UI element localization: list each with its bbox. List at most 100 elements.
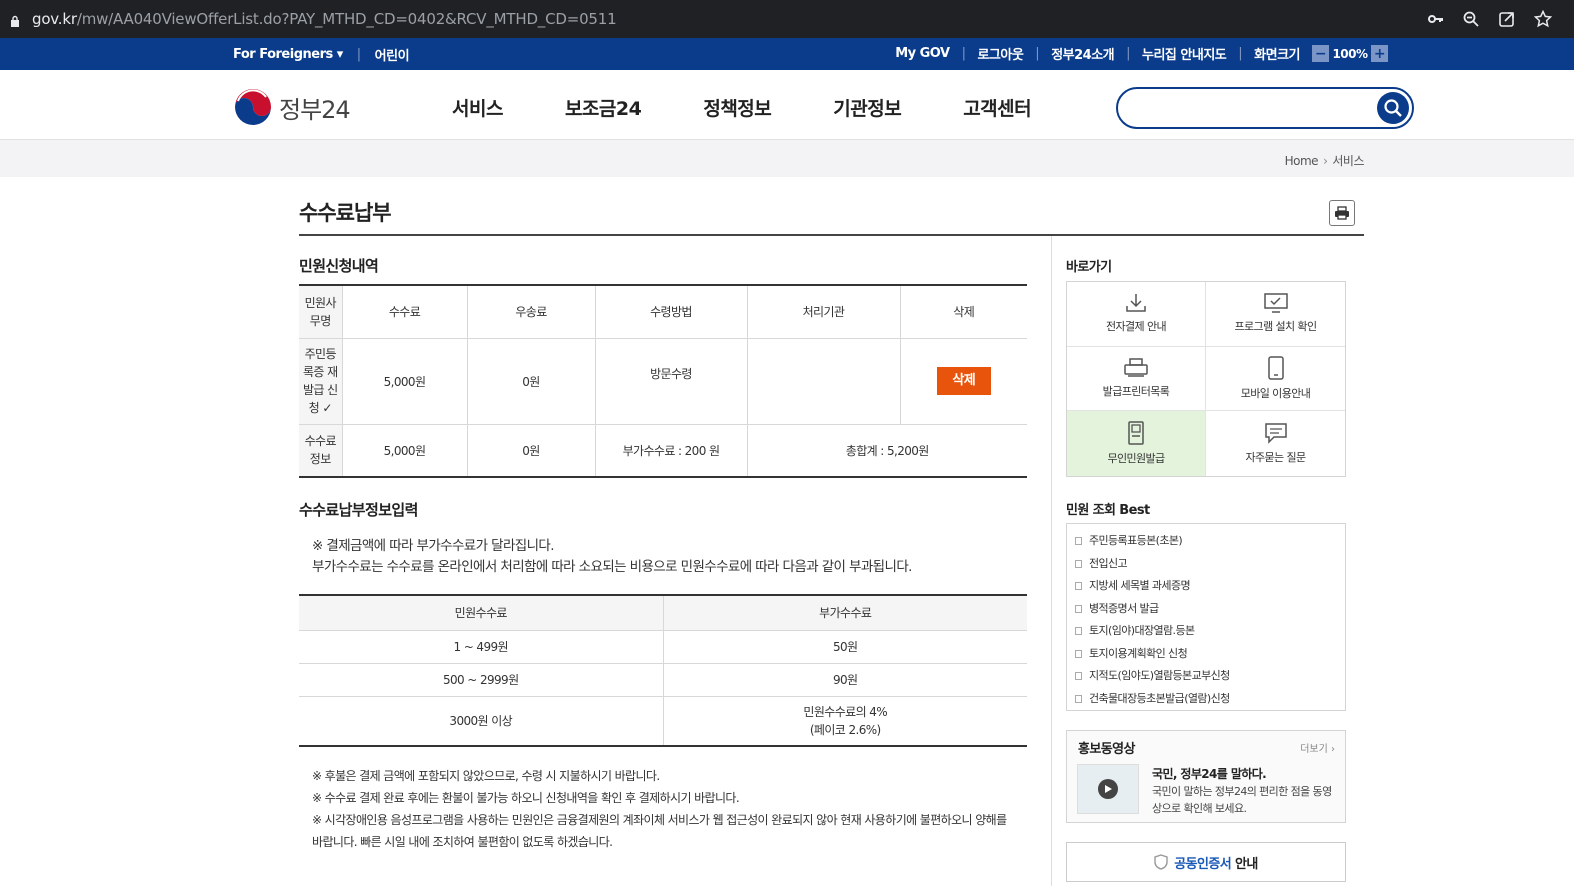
share-icon[interactable] <box>1498 10 1516 28</box>
nav-customer-center[interactable]: 고객센터 <box>963 94 1031 121</box>
list-item-label: 주민등록표등본(초본) <box>1089 534 1183 547</box>
extra-fee: 50원 <box>663 630 1027 664</box>
promo-heading: 홍보동영상 <box>1078 742 1135 757</box>
zoom-value: 100% <box>1332 46 1368 61</box>
list-item[interactable]: 병적증명서 발급 <box>1075 598 1345 621</box>
caret-down-icon: ▾ <box>336 47 344 62</box>
footnote: ※ 후불은 결제 금액에 포함되지 않았으므로, 수령 시 지불하시기 바랍니다… <box>312 769 660 783</box>
quick-printer-list[interactable]: 발급프린터목록 <box>1067 346 1206 412</box>
fee-cell: 5,000원 <box>342 338 468 425</box>
fee-range: 1 ~ 499원 <box>299 630 664 664</box>
star-icon[interactable] <box>1533 9 1553 28</box>
kids-link[interactable]: 어린이 <box>375 45 410 64</box>
doc-icon <box>1075 537 1082 546</box>
col-header-method: 수령방법 <box>595 285 748 339</box>
promo-more-link[interactable]: 더보기 › <box>1300 740 1335 755</box>
mygov-link[interactable]: My GOV <box>895 46 950 61</box>
col-header-fee-range: 민원수수료 <box>299 595 664 631</box>
video-thumbnail[interactable] <box>1077 764 1139 814</box>
search-input[interactable] <box>1136 89 1386 127</box>
search-button[interactable] <box>1377 92 1409 124</box>
table-row: 주민등록증 재발급 신청 ✓ 5,000원 0원 방문수령 삭제 <box>299 338 1027 425</box>
breadcrumb: Home › 서비스 <box>1285 152 1365 169</box>
note-line-1: ※ 결제금액에 따라 부가수수료가 달라집니다. <box>312 538 555 554</box>
payment-note: ※ 결제금액에 따라 부가수수료가 달라집니다. 부가수수료는 수수료를 온라인… <box>312 536 912 578</box>
doc-icon <box>1075 672 1082 681</box>
extra-fee-table: 민원수수료 부가수수료 1 ~ 499원 50원 500 ~ 2999원 90원… <box>299 594 1027 747</box>
service-name: 주민등록증 재발급 신청 <box>302 347 338 415</box>
edit-check-icon[interactable]: ✓ <box>322 401 332 415</box>
breadcrumb-home[interactable]: Home <box>1285 154 1319 168</box>
request-table: 민원사무명 수수료 우송료 수령방법 처리기관 삭제 주민등록증 재발급 신청 … <box>299 284 1027 478</box>
list-item-label: 전입신고 <box>1089 556 1128 570</box>
request-heading: 민원신청내역 <box>299 257 379 275</box>
zoom-out-button[interactable]: − <box>1312 45 1329 62</box>
delete-cell: 삭제 <box>900 338 1027 425</box>
printer-icon <box>1335 206 1349 220</box>
nav-subsidy[interactable]: 보조금24 <box>565 94 642 121</box>
title-divider <box>299 234 1364 236</box>
site-header: 정부24 서비스 보조금24 정책정보 기관정보 고객센터 <box>0 70 1574 140</box>
quick-kiosk[interactable]: 무인민원발급 <box>1067 411 1206 476</box>
extra-fee-cell: 민원수수료의 4% (페이코 2.6%) <box>663 696 1027 747</box>
service-name-cell: 주민등록증 재발급 신청 ✓ <box>299 338 343 425</box>
print-button[interactable] <box>1329 200 1355 226</box>
intro-link[interactable]: 정부24소개 <box>1051 44 1114 63</box>
search-box <box>1116 87 1414 129</box>
extra-fee: 90원 <box>663 663 1027 697</box>
table-row: 3000원 이상 민원수수료의 4% (페이코 2.6%) <box>299 696 1027 747</box>
zoom-in-button[interactable]: + <box>1371 45 1388 62</box>
breadcrumb-current[interactable]: 서비스 <box>1332 154 1364 168</box>
agency-cell <box>747 338 901 425</box>
list-item[interactable]: 주민등록표등본(초본) <box>1075 530 1345 553</box>
fee-range: 3000원 이상 <box>299 696 664 747</box>
printer-icon <box>1124 358 1148 377</box>
column-divider <box>1051 236 1052 886</box>
nav-service[interactable]: 서비스 <box>452 94 503 121</box>
key-icon[interactable] <box>1426 10 1444 28</box>
guide-map-link[interactable]: 누리집 안내지도 <box>1142 44 1227 63</box>
breadcrumb-bar: Home › 서비스 <box>0 140 1574 177</box>
utility-bar: For Foreigners ▾ | 어린이 My GOV | 로그아웃 | 정… <box>0 38 1574 70</box>
for-foreigners-link[interactable]: For Foreigners ▾ <box>233 47 343 62</box>
doc-icon <box>1075 694 1082 703</box>
fee-info-fee: 5,000원 <box>342 424 468 478</box>
main-nav: 서비스 보조금24 정책정보 기관정보 고객센터 <box>452 94 1032 121</box>
zoom-icon[interactable] <box>1462 10 1480 28</box>
certificate-guide-button[interactable]: 공동인증서 안내 <box>1066 842 1346 882</box>
nav-agency[interactable]: 기관정보 <box>833 94 901 121</box>
url-path: /mw/AA040ViewOfferList.do?PAY_MTHD_CD=04… <box>76 10 617 28</box>
quick-epay[interactable]: 전자결제 안내 <box>1067 282 1206 347</box>
cert-label-blue: 공동인증서 <box>1174 856 1232 872</box>
quick-faq[interactable]: 자주묻는 질문 <box>1206 411 1345 476</box>
quick-program-check[interactable]: 프로그램 설치 확인 <box>1206 282 1345 347</box>
for-foreigners-label: For Foreigners <box>233 47 333 62</box>
lock-icon <box>10 13 20 27</box>
divider: | <box>1238 46 1243 61</box>
list-item[interactable]: 지방세 세목별 과세증명 <box>1075 575 1345 598</box>
nav-policy[interactable]: 정책정보 <box>703 94 771 121</box>
site-logo[interactable]: 정부24 <box>233 87 351 127</box>
best-list: 주민등록표등본(초본) 전입신고 지방세 세목별 과세증명 병적증명서 발급 토… <box>1066 523 1346 711</box>
url-field[interactable]: gov.kr/mw/AA040ViewOfferList.do?PAY_MTHD… <box>32 10 1426 28</box>
quick-heading: 바로가기 <box>1066 260 1112 275</box>
logo-text: 정부24 <box>279 95 351 124</box>
col-header-name: 민원사무명 <box>299 285 343 339</box>
quick-label: 발급프린터목록 <box>1102 384 1170 398</box>
kiosk-icon <box>1128 421 1144 445</box>
monitor-check-icon <box>1263 293 1288 314</box>
logout-link[interactable]: 로그아웃 <box>977 44 1023 63</box>
delete-button[interactable]: 삭제 <box>936 367 991 395</box>
promo-title[interactable]: 국민, 정부24를 말하다. <box>1152 765 1267 782</box>
list-item[interactable]: 건축물대장등초본발급(열람)신청 <box>1075 688 1345 711</box>
fee-info-label: 수수료정보 <box>299 424 343 478</box>
list-item[interactable]: 지적도(임야도)열람등본교부신청 <box>1075 665 1345 688</box>
footnote: ※ 수수료 결제 완료 후에는 환불이 불가능 하오니 신청내역을 확인 후 결… <box>312 791 740 805</box>
list-item[interactable]: 토지이용계획확인 신청 <box>1075 643 1345 666</box>
list-item[interactable]: 토지(임야)대장열람.등본 <box>1075 620 1345 643</box>
screen-size-label: 화면크기 <box>1254 48 1300 63</box>
doc-icon <box>1075 604 1082 613</box>
doc-icon <box>1075 559 1082 568</box>
quick-mobile[interactable]: 모바일 이용안내 <box>1206 347 1345 412</box>
list-item[interactable]: 전입신고 <box>1075 553 1345 576</box>
